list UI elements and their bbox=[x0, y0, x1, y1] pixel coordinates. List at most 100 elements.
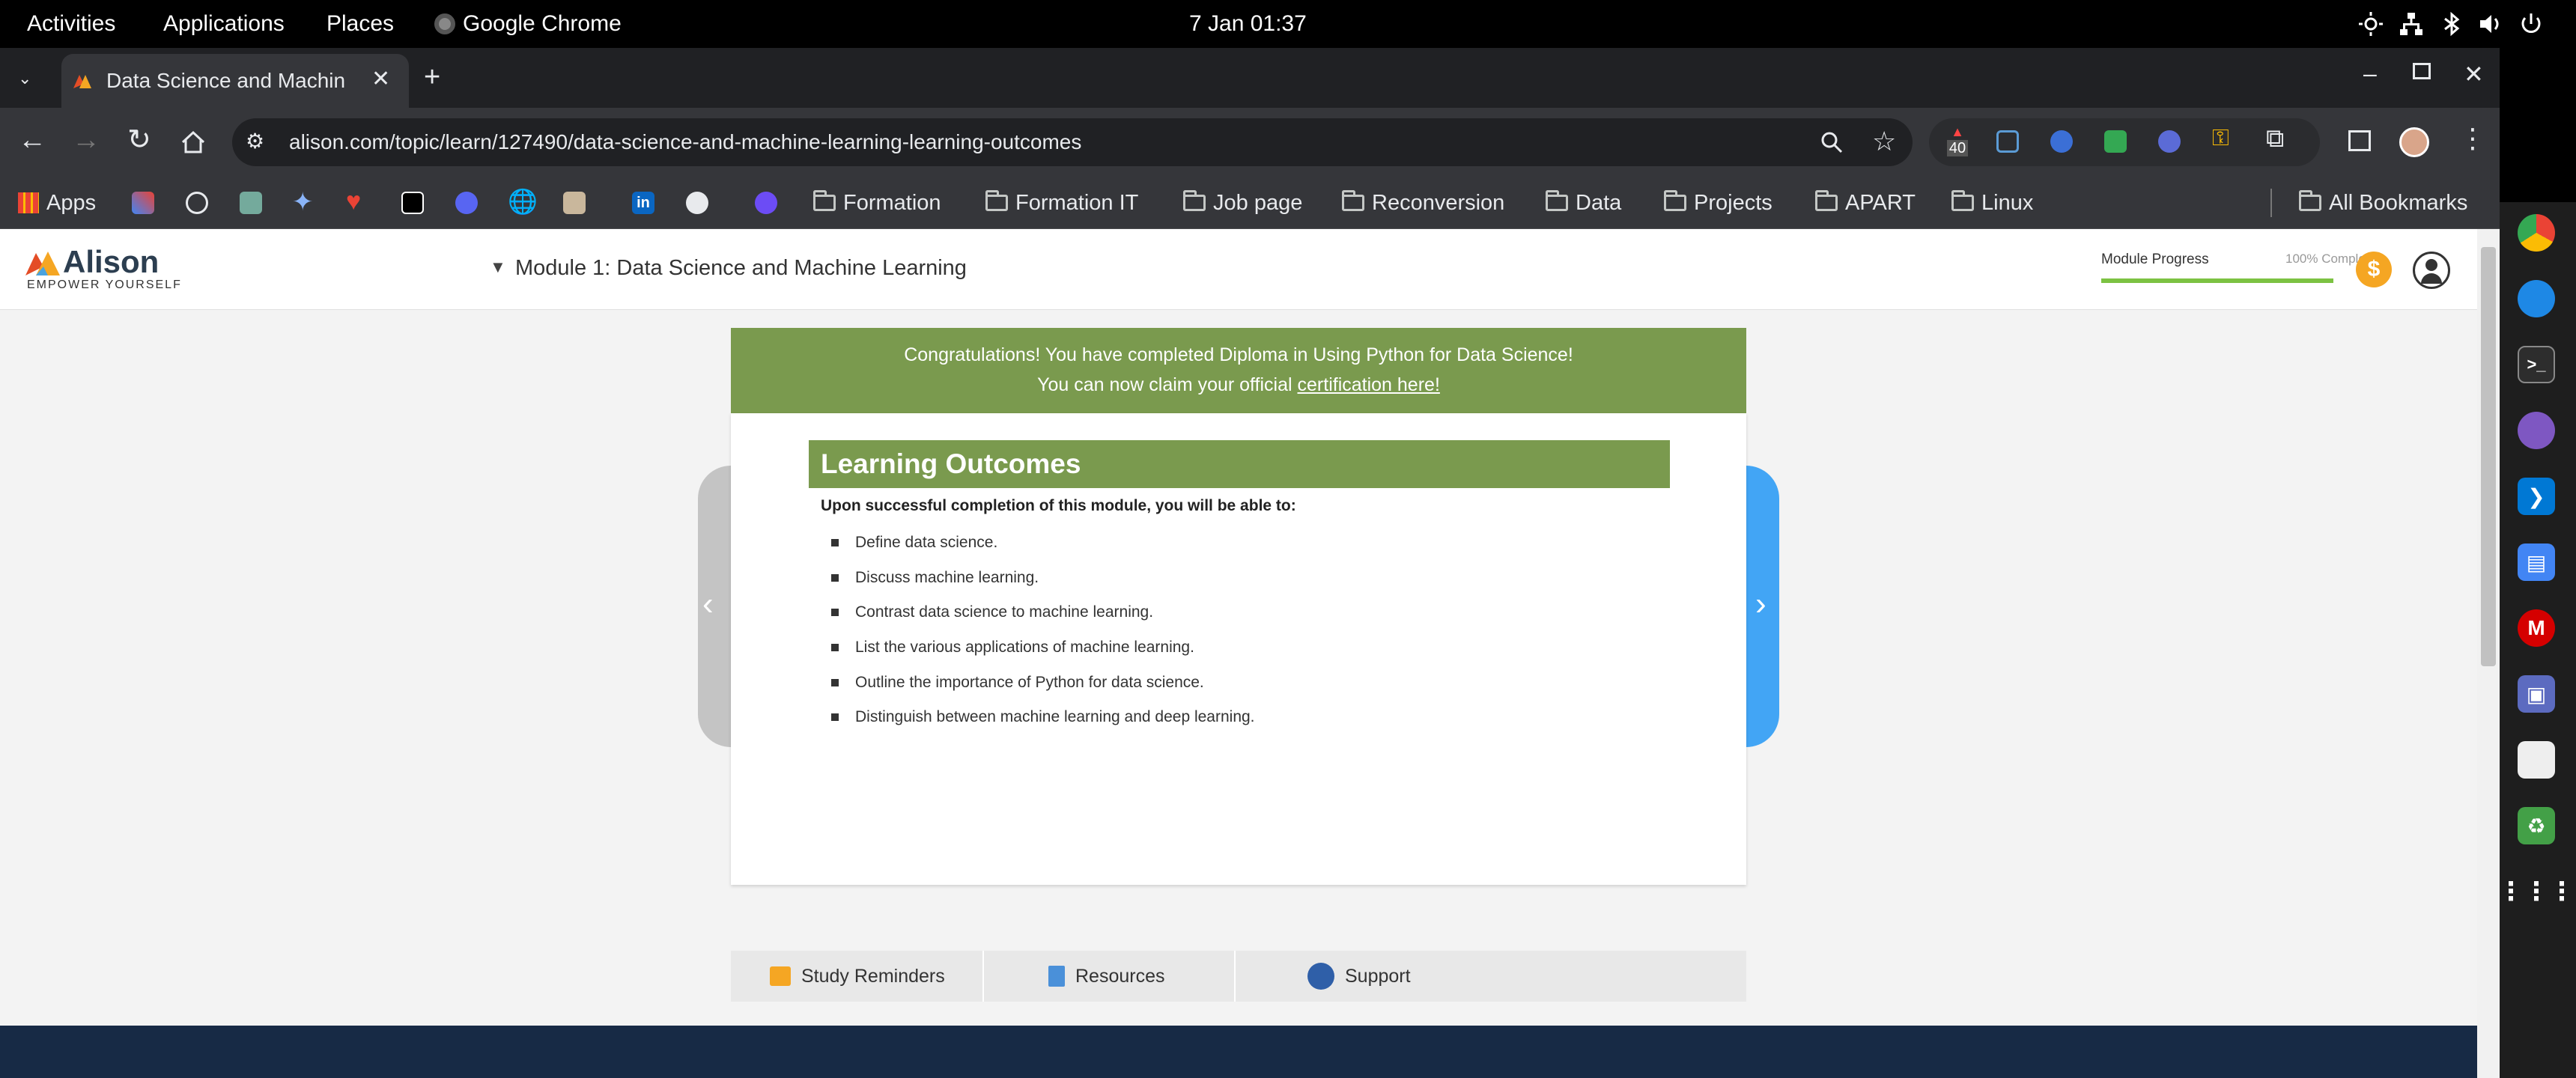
bookmark-folder-job-page[interactable]: Job page bbox=[1183, 177, 1302, 229]
screenshot-extension-icon[interactable] bbox=[1996, 130, 2019, 153]
alison-logo-icon[interactable] bbox=[25, 250, 61, 275]
bookmark-folder-reconversion[interactable]: Reconversion bbox=[1342, 177, 1504, 229]
new-tab-icon[interactable]: + bbox=[424, 61, 440, 94]
reload-icon[interactable]: ↻ bbox=[127, 123, 151, 156]
resources-button[interactable]: Resources bbox=[1048, 951, 1165, 1002]
bookmark-discord-icon[interactable] bbox=[455, 192, 478, 214]
text-editor-dock-icon[interactable] bbox=[2518, 741, 2555, 779]
applications-menu[interactable]: Applications bbox=[163, 0, 285, 48]
show-apps-icon[interactable]: ⋮⋮⋮ bbox=[2498, 873, 2575, 910]
certification-link[interactable]: certification here! bbox=[1298, 374, 1440, 395]
url-text[interactable]: alison.com/topic/learn/127490/data-scien… bbox=[289, 130, 1081, 154]
alison-favicon-icon bbox=[72, 70, 93, 91]
list-item: Distinguish between machine learning and… bbox=[831, 700, 1255, 735]
bookmark-folder-apart[interactable]: APART bbox=[1815, 177, 1916, 229]
premium-coin-icon[interactable]: $ bbox=[2356, 252, 2392, 287]
bookmark-medium-icon[interactable] bbox=[401, 192, 424, 214]
extension-counter-icon[interactable]: ▲ 40 bbox=[1941, 124, 1974, 160]
bookmark-openai-icon[interactable] bbox=[186, 192, 208, 214]
bookmark-trend-icon[interactable] bbox=[132, 192, 154, 214]
bookmark-folder-projects[interactable]: Projects bbox=[1664, 177, 1772, 229]
all-bookmarks-button[interactable]: All Bookmarks bbox=[2299, 177, 2467, 229]
tab-active[interactable]: Data Science and Machin ✕ bbox=[61, 54, 409, 108]
folder-icon bbox=[985, 190, 1008, 211]
page-scrollbar-thumb[interactable] bbox=[2481, 247, 2496, 666]
bookmark-heart-icon[interactable]: ♥ bbox=[346, 187, 361, 216]
bookmarks-bar: Apps ✦ ♥ 🌐 in Formation Formation IT Job… bbox=[0, 177, 2500, 229]
home-icon[interactable] bbox=[180, 129, 207, 156]
chrome-menu-icon[interactable]: ⋮ bbox=[2459, 123, 2486, 154]
forward-icon[interactable]: → bbox=[72, 124, 100, 156]
list-item: Outline the importance of Python for dat… bbox=[831, 665, 1255, 700]
bookmark-github-icon[interactable] bbox=[686, 192, 708, 214]
banner-line-2: You can now claim your official certific… bbox=[731, 370, 1746, 400]
power-icon[interactable] bbox=[2518, 10, 2545, 37]
user-account-icon[interactable] bbox=[2413, 252, 2450, 289]
folder-icon bbox=[1815, 190, 1838, 211]
bookmark-folder-label: Formation bbox=[843, 190, 941, 215]
banner-line-2-prefix: You can now claim your official bbox=[1037, 374, 1292, 395]
brightness-icon[interactable] bbox=[2357, 10, 2384, 37]
bookmark-photo-icon[interactable] bbox=[563, 192, 586, 214]
thunderbird-dock-icon[interactable] bbox=[2518, 280, 2555, 317]
active-app-label: Google Chrome bbox=[463, 11, 622, 36]
previous-page-button[interactable]: ‹ bbox=[698, 466, 731, 747]
github-desktop-dock-icon[interactable] bbox=[2518, 412, 2555, 449]
sheets-extension-icon[interactable] bbox=[2104, 130, 2127, 153]
folder-icon bbox=[1664, 190, 1686, 211]
chrome-icon bbox=[434, 13, 455, 34]
network-icon[interactable] bbox=[2398, 10, 2425, 37]
folder-icon bbox=[1951, 190, 1974, 211]
module-dropdown-icon[interactable]: ▼ bbox=[490, 258, 506, 277]
bookmark-chatgpt-icon[interactable] bbox=[240, 192, 262, 214]
support-button[interactable]: Support bbox=[1307, 951, 1411, 1002]
bookmark-folder-formation-it[interactable]: Formation IT bbox=[985, 177, 1138, 229]
apps-grid-icon bbox=[18, 192, 39, 213]
color-picker-extension-icon[interactable] bbox=[2050, 130, 2073, 153]
study-reminders-button[interactable]: Study Reminders bbox=[770, 951, 945, 1002]
terminal-dock-icon[interactable]: >_ bbox=[2518, 346, 2555, 383]
tab-close-icon[interactable]: ✕ bbox=[371, 66, 390, 92]
bookmark-folder-formation[interactable]: Formation bbox=[813, 177, 941, 229]
extensions-puzzle-icon[interactable]: ⧉ bbox=[2266, 124, 2284, 153]
bottom-bar-divider bbox=[982, 951, 984, 1002]
bookmark-c-icon[interactable] bbox=[755, 192, 777, 214]
zoom-search-icon[interactable] bbox=[1820, 130, 1844, 154]
bookmark-gemini-icon[interactable]: ✦ bbox=[292, 187, 314, 217]
tab-search-icon[interactable]: ⌄ bbox=[18, 69, 31, 88]
vscode-dock-icon[interactable]: ❯ bbox=[2518, 478, 2555, 515]
module-title[interactable]: Module 1: Data Science and Machine Learn… bbox=[515, 256, 967, 281]
activities-button[interactable]: Activities bbox=[27, 0, 115, 48]
bot-extension-icon[interactable] bbox=[2158, 130, 2181, 153]
volume-icon[interactable] bbox=[2477, 10, 2504, 37]
remote-desktop-dock-icon[interactable]: ▣ bbox=[2518, 675, 2555, 713]
active-app-menu[interactable]: Google Chrome bbox=[434, 0, 622, 48]
bookmark-apps[interactable]: Apps bbox=[18, 177, 96, 229]
site-logo-name[interactable]: Alison bbox=[63, 244, 159, 280]
minimize-window-icon[interactable]: – bbox=[2363, 60, 2377, 88]
address-bar[interactable]: ⚙ alison.com/topic/learn/127490/data-sci… bbox=[232, 118, 1913, 166]
bookmark-folder-linux[interactable]: Linux bbox=[1951, 177, 2033, 229]
site-info-icon[interactable]: ⚙ bbox=[246, 129, 264, 153]
trash-dock-icon[interactable]: ♻ bbox=[2518, 807, 2555, 844]
docs-dock-icon[interactable]: ▤ bbox=[2518, 543, 2555, 581]
profile-avatar[interactable] bbox=[2399, 127, 2429, 157]
places-menu[interactable]: Places bbox=[326, 0, 394, 48]
bookmark-globe-icon[interactable]: 🌐 bbox=[508, 187, 538, 216]
side-panel-icon[interactable] bbox=[2348, 130, 2371, 151]
site-header: Alison EMPOWER YOURSELF ▼ Module 1: Data… bbox=[0, 229, 2477, 310]
clock[interactable]: 7 Jan 01:37 bbox=[1189, 0, 1307, 48]
mega-dock-icon[interactable]: M bbox=[2518, 609, 2555, 647]
chrome-dock-icon[interactable] bbox=[2518, 214, 2555, 252]
bookmark-folder-data[interactable]: Data bbox=[1546, 177, 1621, 229]
key-extension-icon[interactable]: ⚿ bbox=[2212, 126, 2229, 151]
next-page-button[interactable]: › bbox=[1746, 466, 1779, 747]
folder-icon bbox=[1342, 190, 1364, 211]
close-window-icon[interactable]: ✕ bbox=[2464, 60, 2484, 88]
bluetooth-icon[interactable] bbox=[2438, 10, 2465, 37]
bookmark-linkedin-icon[interactable]: in bbox=[632, 192, 654, 214]
bookmark-star-icon[interactable]: ☆ bbox=[1872, 126, 1896, 157]
back-icon[interactable]: ← bbox=[18, 124, 46, 156]
restore-window-icon[interactable] bbox=[2413, 63, 2431, 79]
site-footer bbox=[0, 1026, 2477, 1078]
